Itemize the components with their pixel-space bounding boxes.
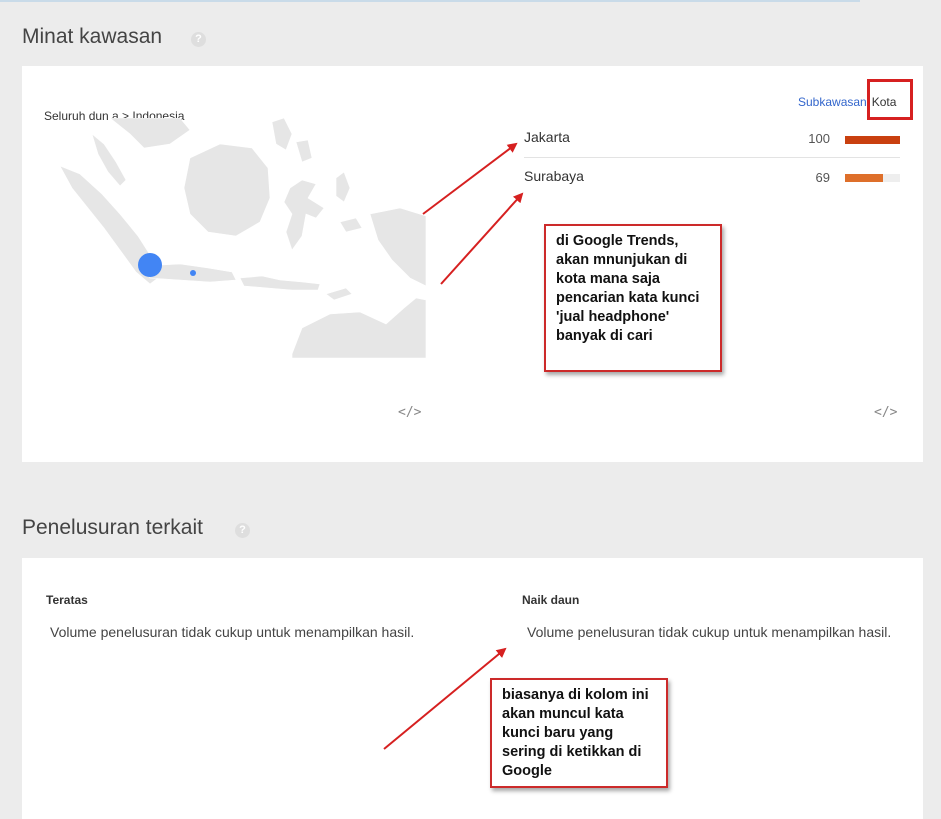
arrow-to-jakarta — [422, 142, 518, 215]
arrow-to-rising-column — [383, 647, 507, 750]
annotation-arrows — [383, 142, 524, 750]
arrow-to-surabaya — [440, 192, 524, 285]
